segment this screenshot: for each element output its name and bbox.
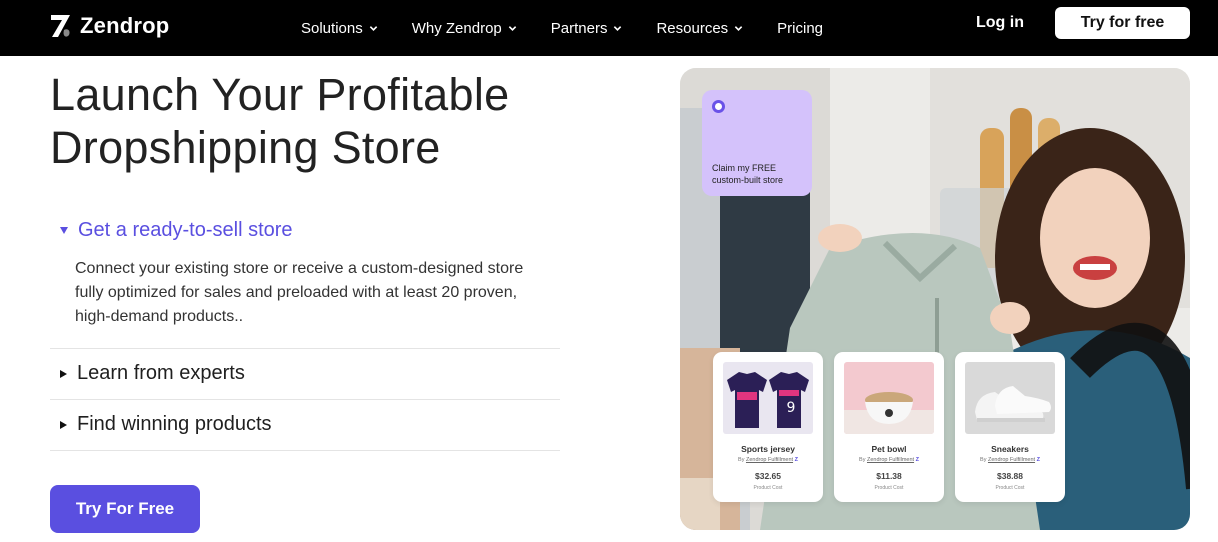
- caret-right-icon: [60, 420, 67, 429]
- divider: [50, 450, 560, 451]
- accordion-item-ready-store-label: Get a ready-to-sell store: [78, 219, 293, 241]
- product-fulfillment: By Zendrop Fulfillment Z: [834, 457, 944, 463]
- product-price: $32.65: [755, 471, 781, 481]
- product-image-sports-jersey: 9: [723, 362, 813, 434]
- nav-links: Solutions Why Zendrop Partners Resources…: [301, 0, 857, 56]
- chevron-down-icon: [614, 25, 622, 31]
- sneaker-icon: [965, 362, 1055, 434]
- zendrop-logo-icon: [51, 15, 70, 37]
- claim-free-store-text: Claim my FREE custom-built store: [712, 163, 784, 185]
- try-for-free-button[interactable]: Try for free: [1055, 7, 1190, 39]
- accordion-item-ready-store[interactable]: Get a ready-to-sell store: [60, 219, 293, 242]
- nav-why-zendrop[interactable]: Why Zendrop: [412, 20, 517, 37]
- divider: [50, 348, 560, 349]
- top-nav: Zendrop Solutions Why Zendrop Partners R…: [0, 0, 1218, 56]
- product-card-sports-jersey[interactable]: 9 Sports jersey By Zendrop Fulfillment Z…: [713, 352, 823, 502]
- product-fulfillment: By Zendrop Fulfillment Z: [713, 457, 823, 463]
- accordion-item-winning-products[interactable]: Find winning products: [60, 413, 272, 436]
- product-cost-label: Product Cost: [874, 485, 904, 491]
- try-for-free-cta-button[interactable]: Try For Free: [50, 485, 200, 533]
- svg-text:9: 9: [787, 400, 796, 416]
- zendrop-logo[interactable]: Zendrop: [50, 13, 169, 39]
- chevron-down-icon: [508, 25, 516, 31]
- chevron-down-icon: [734, 25, 743, 31]
- product-fulfillment-link[interactable]: Zendrop Fulfillment: [988, 457, 1035, 463]
- product-by-label: By: [738, 457, 745, 463]
- nav-partners-label: Partners: [550, 19, 608, 37]
- product-name: Pet bowl: [871, 444, 907, 454]
- product-fulfillment-link[interactable]: Zendrop Fulfillment: [867, 457, 914, 463]
- product-cost-label: Product Cost: [995, 485, 1025, 491]
- product-fulfillment: By Zendrop Fulfillment Z: [955, 457, 1065, 463]
- hero-title-line-1: Launch Your Profitable: [50, 69, 510, 120]
- caret-down-icon: [60, 227, 68, 234]
- nav-resources-label: Resources: [656, 19, 729, 37]
- zendrop-mini-logo-icon: Z: [794, 457, 798, 463]
- product-cost-label: Product Cost: [753, 485, 783, 491]
- caret-right-icon: [60, 369, 67, 378]
- accordion-item-ready-store-body: Connect your existing store or receive a…: [75, 260, 524, 325]
- accordion-item-learn-experts[interactable]: Learn from experts: [60, 362, 245, 385]
- nav-pricing[interactable]: Pricing: [777, 20, 823, 37]
- nav-solutions-label: Solutions: [301, 19, 363, 37]
- product-fulfillment-link[interactable]: Zendrop Fulfillment: [746, 457, 793, 463]
- product-name: Sneakers: [991, 444, 1029, 454]
- login-link[interactable]: Log in: [976, 14, 1024, 32]
- radio-dot-icon: [712, 100, 725, 113]
- product-by-label: By: [980, 457, 987, 463]
- product-image-sneakers: [965, 362, 1055, 434]
- pet-bowl-icon: [844, 362, 934, 434]
- product-card-pet-bowl[interactable]: Pet bowl By Zendrop Fulfillment Z $11.38…: [834, 352, 944, 502]
- product-name: Sports jersey: [741, 444, 795, 454]
- chevron-down-icon: [369, 25, 377, 31]
- brand-name: Zendrop: [80, 13, 170, 38]
- accordion-item-learn-experts-label: Learn from experts: [77, 362, 245, 384]
- hero-title-line-2: Dropshipping Store: [50, 122, 441, 173]
- hero-title: Launch Your Profitable Dropshipping Stor…: [50, 68, 610, 174]
- nav-solutions[interactable]: Solutions: [301, 20, 378, 37]
- zendrop-mini-logo-icon: Z: [915, 457, 919, 463]
- product-image-pet-bowl: [844, 362, 934, 434]
- nav-resources[interactable]: Resources: [656, 20, 743, 37]
- product-card-sneakers[interactable]: Sneakers By Zendrop Fulfillment Z $38.88…: [955, 352, 1065, 502]
- product-by-label: By: [859, 457, 866, 463]
- jersey-icon: 9: [723, 362, 813, 434]
- accordion-item-winning-products-label: Find winning products: [77, 413, 272, 435]
- nav-why-zendrop-label: Why Zendrop: [411, 19, 502, 37]
- product-price: $38.88: [997, 471, 1023, 481]
- nav-pricing-label: Pricing: [777, 19, 824, 37]
- divider: [50, 399, 560, 400]
- nav-partners[interactable]: Partners: [551, 20, 623, 37]
- claim-free-store-card[interactable]: Claim my FREE custom-built store: [702, 90, 812, 196]
- zendrop-mini-logo-icon: Z: [1036, 457, 1040, 463]
- product-price: $11.38: [876, 471, 902, 481]
